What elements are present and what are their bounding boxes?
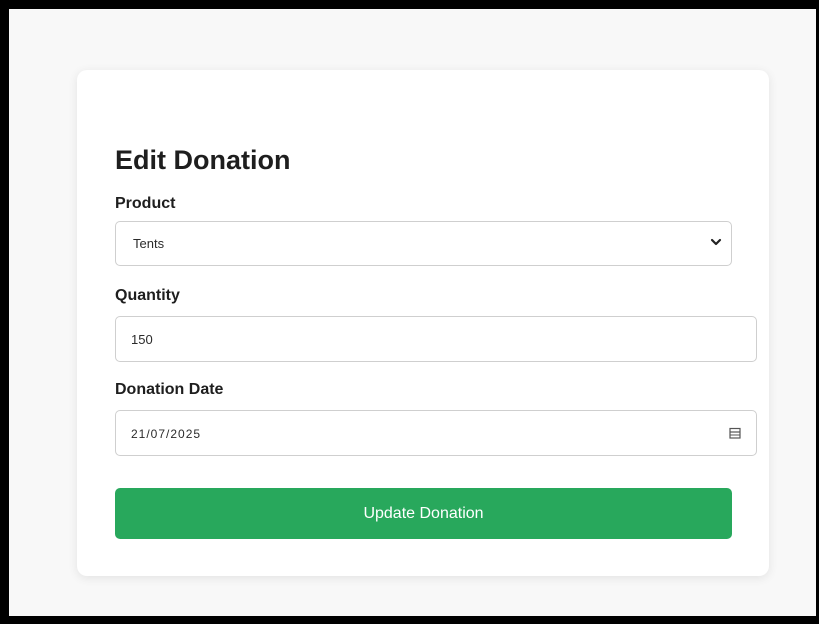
product-label: Product <box>115 195 176 212</box>
product-selected-value: Tents <box>133 236 165 251</box>
page-title: Edit Donation <box>115 145 291 175</box>
edit-donation-card: Edit Donation Product Tents Quantity 150… <box>77 70 769 576</box>
page-background: Edit Donation Product Tents Quantity 150… <box>9 9 816 616</box>
quantity-value: 150 <box>131 332 153 347</box>
calendar-icon[interactable] <box>728 426 742 440</box>
quantity-label: Quantity <box>115 287 180 304</box>
donation-date-input[interactable]: 21/07/2025 <box>115 410 757 456</box>
donation-date-label: Donation Date <box>115 381 224 398</box>
quantity-input[interactable]: 150 <box>115 316 757 362</box>
update-donation-button[interactable]: Update Donation <box>115 488 732 539</box>
chevron-down-icon <box>709 235 723 249</box>
donation-date-value: 21/07/2025 <box>131 427 202 441</box>
product-select[interactable]: Tents <box>115 221 732 266</box>
